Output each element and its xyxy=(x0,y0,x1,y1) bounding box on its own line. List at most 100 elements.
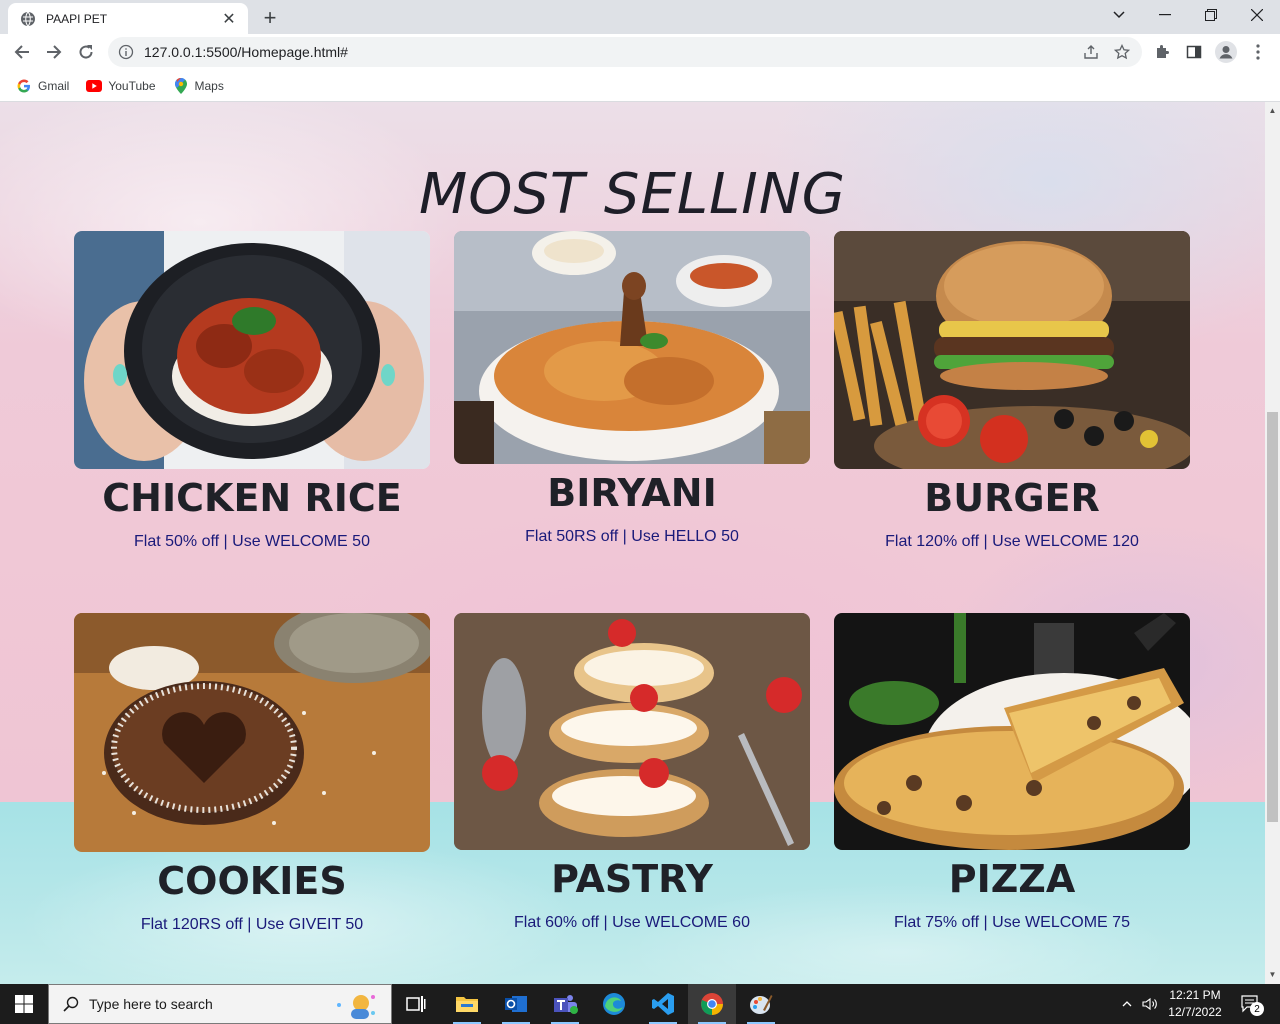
paint-button[interactable] xyxy=(737,984,785,1024)
clock-time: 12:21 PM xyxy=(1169,988,1221,1002)
biryani-photo[interactable] xyxy=(454,231,810,464)
system-clock[interactable]: 12:21 PM 12/7/2022 xyxy=(1160,987,1230,1021)
minimize-button[interactable] xyxy=(1142,0,1188,30)
tab-title: PAAPI PET xyxy=(46,11,108,26)
side-panel-button[interactable] xyxy=(1182,40,1206,64)
profile-button[interactable] xyxy=(1214,40,1238,64)
product-name: PIZZA xyxy=(948,857,1076,901)
bookmark-maps[interactable]: Maps xyxy=(173,78,224,94)
restore-icon xyxy=(1205,9,1217,21)
windows-logo-icon xyxy=(15,995,33,1013)
product-card-chicken-rice[interactable]: CHICKEN RICE Flat 50% off | Use WELCOME … xyxy=(74,231,430,551)
product-card-cookies[interactable]: COOKIES Flat 120RS off | Use GIVEIT 50 xyxy=(74,613,430,934)
forward-button[interactable] xyxy=(40,38,68,66)
chevron-up-icon xyxy=(1122,1001,1132,1007)
bookmark-label: Gmail xyxy=(38,79,70,93)
minimize-icon xyxy=(1159,14,1171,16)
bookmark-label: Maps xyxy=(194,79,224,93)
puzzle-icon xyxy=(1157,45,1169,58)
share-icon xyxy=(1084,45,1098,59)
product-name: CHICKEN RICE xyxy=(102,476,402,520)
notifications-button[interactable]: 2 xyxy=(1236,984,1266,1024)
folder-icon xyxy=(456,997,478,1012)
reload-icon xyxy=(79,45,93,59)
pastry-photo[interactable] xyxy=(454,613,810,850)
file-explorer-button[interactable] xyxy=(443,984,491,1024)
teams-button[interactable] xyxy=(541,984,589,1024)
vertical-scrollbar[interactable]: ▲ ▼ xyxy=(1265,102,1280,984)
clock-date: 12/7/2022 xyxy=(1168,1005,1222,1019)
reload-button[interactable] xyxy=(72,38,100,66)
kebab-menu-icon xyxy=(1256,44,1260,60)
chevron-down-icon xyxy=(1113,11,1125,19)
tray-overflow-button[interactable] xyxy=(1118,984,1136,1024)
windows-taskbar: Type here to search 12:21 PM 12/7/2022 2 xyxy=(0,984,1280,1024)
outlook-button[interactable] xyxy=(492,984,540,1024)
notification-badge: 2 xyxy=(1250,1002,1264,1016)
side-panel-icon xyxy=(1186,45,1202,59)
palette-icon xyxy=(750,995,773,1014)
product-offer: Flat 50% off | Use WELCOME 50 xyxy=(134,533,370,550)
edge-button[interactable] xyxy=(590,984,638,1024)
globe-icon xyxy=(21,11,35,26)
product-card-pastry[interactable]: PASTRY Flat 60% off | Use WELCOME 60 xyxy=(454,613,810,932)
star-icon xyxy=(1114,44,1130,60)
scroll-thumb[interactable] xyxy=(1267,412,1278,822)
restore-button[interactable] xyxy=(1188,0,1234,30)
chicken-rice-photo[interactable] xyxy=(74,231,430,469)
browser-tab[interactable]: PAAPI PET ✕ xyxy=(8,3,248,34)
product-name: BIRYANI xyxy=(547,471,717,515)
edge-icon xyxy=(603,993,625,1015)
chrome-icon xyxy=(701,993,723,1015)
start-button[interactable] xyxy=(0,984,48,1024)
close-tab-icon[interactable]: ✕ xyxy=(220,10,238,28)
google-icon xyxy=(16,78,32,94)
back-button[interactable] xyxy=(8,38,36,66)
scroll-up-arrow[interactable]: ▲ xyxy=(1268,106,1277,115)
extensions-button[interactable] xyxy=(1150,40,1174,64)
burger-photo[interactable] xyxy=(834,231,1190,469)
scroll-down-arrow[interactable]: ▼ xyxy=(1268,970,1277,979)
product-offer: Flat 60% off | Use WELCOME 60 xyxy=(514,914,750,931)
product-card-burger[interactable]: BURGER Flat 120% off | Use WELCOME 120 xyxy=(834,231,1190,551)
teams-icon xyxy=(554,995,578,1014)
close-window-button[interactable] xyxy=(1234,0,1280,30)
product-offer: Flat 50RS off | Use HELLO 50 xyxy=(525,528,739,545)
address-bar[interactable]: 127.0.0.1:5500/Homepage.html# xyxy=(108,37,1142,67)
url-text[interactable]: 127.0.0.1:5500/Homepage.html# xyxy=(144,44,348,60)
product-name: BURGER xyxy=(924,476,1100,520)
product-offer: Flat 120% off | Use WELCOME 120 xyxy=(885,533,1139,550)
product-card-pizza[interactable]: PIZZA Flat 75% off | Use WELCOME 75 xyxy=(834,613,1190,932)
section-title: MOST SELLING xyxy=(418,162,847,227)
avatar-icon xyxy=(1215,41,1237,63)
bookmark-star-button[interactable] xyxy=(1113,43,1131,61)
pizza-photo[interactable] xyxy=(834,613,1190,850)
taskbar-search[interactable]: Type here to search xyxy=(48,984,392,1024)
share-button[interactable] xyxy=(1082,43,1100,61)
new-tab-button[interactable]: + xyxy=(257,5,283,31)
search-icon xyxy=(63,996,79,1012)
maps-icon xyxy=(173,78,189,94)
vscode-button[interactable] xyxy=(639,984,687,1024)
task-view-icon xyxy=(406,996,426,1012)
product-offer: Flat 120RS off | Use GIVEIT 50 xyxy=(140,916,364,933)
info-icon[interactable] xyxy=(118,44,134,60)
close-icon xyxy=(1251,9,1263,21)
cookies-photo[interactable] xyxy=(74,613,430,852)
bookmark-gmail[interactable]: Gmail xyxy=(16,78,69,94)
product-offer: Flat 75% off | Use WELCOME 75 xyxy=(894,914,1130,931)
arrow-right-icon xyxy=(47,45,62,59)
tab-search-button[interactable] xyxy=(1096,0,1142,30)
product-card-biryani[interactable]: BIRYANI Flat 50RS off | Use HELLO 50 xyxy=(454,231,810,546)
browser-toolbar: 127.0.0.1:5500/Homepage.html# xyxy=(0,34,1280,71)
menu-button[interactable] xyxy=(1246,40,1270,64)
arrow-left-icon xyxy=(14,45,29,59)
page-viewport: MOST SELLING CHICKEN RICE Flat 50% off |… xyxy=(0,102,1265,984)
chrome-button[interactable] xyxy=(688,984,736,1024)
volume-button[interactable] xyxy=(1140,984,1160,1024)
search-placeholder: Type here to search xyxy=(89,996,213,1012)
task-view-button[interactable] xyxy=(392,984,440,1024)
search-highlight-icon xyxy=(337,995,375,1019)
bookmark-youtube[interactable]: YouTube xyxy=(86,78,156,94)
bookmarks-bar: Gmail YouTube Maps xyxy=(0,71,1280,102)
